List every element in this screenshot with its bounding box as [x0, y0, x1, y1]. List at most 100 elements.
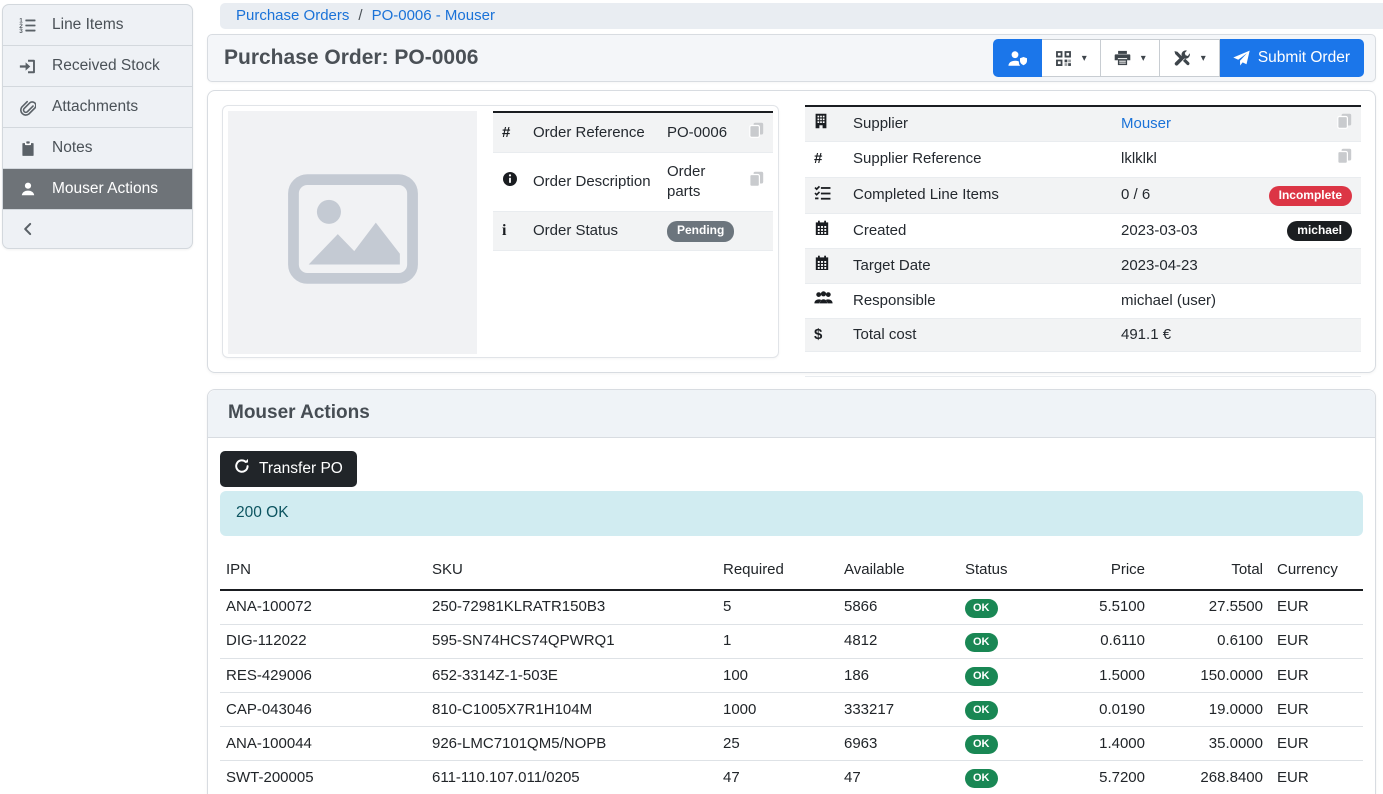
transfer-po-button[interactable]: Transfer PO [220, 451, 357, 487]
status-alert: 200 OK [220, 491, 1363, 536]
sidebar-item-label: Received Stock [52, 56, 160, 77]
sidebar-item-received-stock[interactable]: Received Stock [3, 46, 192, 87]
breadcrumb-link-po-0006-mouser[interactable]: PO-0006 - Mouser [372, 6, 495, 26]
sidebar-item-label: Line Items [52, 15, 124, 36]
column-header-total: Total [1153, 556, 1271, 590]
sidebar-item-attachments[interactable]: Attachments [3, 87, 192, 128]
submit-order-button[interactable]: Submit Order [1220, 39, 1364, 77]
detail-row-completed-line-items: Completed Line Items 0 / 6 Incomplete [805, 177, 1361, 213]
building-icon [814, 116, 828, 133]
detail-label: Total cost [849, 318, 1117, 351]
sidebar-collapse-button[interactable] [3, 210, 192, 248]
currency-cell: EUR [1271, 761, 1363, 794]
sidebar-list: 123 Line Items Received Stock Attachment… [2, 4, 193, 249]
ipn-cell: DIG-112022 [220, 624, 426, 658]
detail-row-total-cost: $ Total cost 491.1 € [805, 318, 1361, 351]
sidebar: 123 Line Items Received Stock Attachment… [0, 0, 195, 794]
copy-icon[interactable] [1337, 148, 1352, 164]
detail-label: Target Date [849, 249, 1117, 284]
transfer-po-label: Transfer PO [259, 460, 343, 478]
order-actions-button[interactable]: ▾ [1160, 39, 1220, 77]
price-cell: 0.6110 [1041, 624, 1153, 658]
ipn-cell: ANA-100072 [220, 590, 426, 625]
order-status-badge: Pending [667, 221, 734, 241]
sidebar-item-label: Notes [52, 138, 93, 159]
detail-label: Responsible [849, 284, 1117, 318]
ok-badge: OK [965, 735, 998, 754]
price-cell: 5.7200 [1041, 761, 1153, 794]
status-cell: OK [959, 761, 1041, 794]
tools-icon [1173, 50, 1191, 67]
available-cell: 5866 [838, 590, 959, 625]
currency-cell: EUR [1271, 727, 1363, 761]
ok-badge: OK [965, 633, 998, 652]
supplier-details-section: Supplier Mouser # Supplier Reference lkl… [805, 105, 1361, 358]
required-cell: 47 [717, 761, 838, 794]
sku-cell: 250-72981KLRATR150B3 [426, 590, 717, 625]
supplier-details-table: Supplier Mouser # Supplier Reference lkl… [805, 105, 1361, 377]
available-cell: 186 [838, 659, 959, 693]
sidebar-item-line-items[interactable]: 123 Line Items [3, 5, 192, 46]
list-ol-icon: 123 [18, 17, 37, 34]
incomplete-badge: Incomplete [1269, 186, 1352, 206]
detail-value: michael (user) [1121, 292, 1216, 309]
print-icon [1114, 50, 1131, 66]
calendar-icon [814, 258, 830, 275]
total-cell: 150.0000 [1153, 659, 1271, 693]
button-label: Submit Order [1258, 49, 1350, 67]
detail-label: Supplier Reference [849, 142, 1117, 177]
available-cell: 47 [838, 761, 959, 794]
redo-icon [234, 458, 250, 479]
page-title: Purchase Order: PO-0006 [224, 44, 478, 72]
sidebar-item-label: Mouser Actions [52, 179, 158, 200]
sidebar-item-label: Attachments [52, 97, 138, 118]
breadcrumb-link-purchase-orders[interactable]: Purchase Orders [236, 6, 349, 26]
users-icon [814, 292, 833, 309]
info-icon: i [502, 222, 506, 239]
image-placeholder-icon [277, 153, 429, 311]
order-image-placeholder [228, 111, 477, 354]
order-summary-card: # Order Reference PO-0006 Order Descript… [222, 105, 779, 358]
status-cell: OK [959, 590, 1041, 625]
currency-cell: EUR [1271, 659, 1363, 693]
detail-value: Order parts [667, 163, 705, 200]
sku-cell: 926-LMC7101QM5/NOPB [426, 727, 717, 761]
detail-row-responsible: Responsible michael (user) [805, 284, 1361, 318]
table-row: RES-429006 652-3314Z-1-503E 100 186 OK 1… [220, 659, 1363, 693]
calendar-icon [814, 223, 830, 240]
available-cell: 333217 [838, 693, 959, 727]
copy-icon[interactable] [1337, 113, 1352, 129]
table-row: SWT-200005 611-110.107.011/0205 47 47 OK… [220, 761, 1363, 794]
sidebar-item-mouser-actions[interactable]: Mouser Actions [3, 169, 192, 210]
user-shield-icon [1007, 50, 1028, 67]
hash-icon: # [814, 150, 822, 167]
info-circle-icon [502, 174, 518, 191]
supplier-link[interactable]: Mouser [1121, 115, 1171, 132]
available-cell: 6963 [838, 727, 959, 761]
total-cell: 35.0000 [1153, 727, 1271, 761]
status-cell: OK [959, 727, 1041, 761]
copy-icon[interactable] [749, 171, 764, 187]
hash-icon: # [502, 124, 510, 141]
barcode-menu-button[interactable]: ▾ [1042, 39, 1101, 77]
sku-cell: 810-C1005X7R1H104M [426, 693, 717, 727]
caret-down-icon: ▾ [1082, 53, 1087, 64]
total-cell: 27.5500 [1153, 590, 1271, 625]
sign-in-icon [18, 58, 37, 75]
column-header-currency: Currency [1271, 556, 1363, 590]
print-menu-button[interactable]: ▾ [1101, 39, 1160, 77]
ok-badge: OK [965, 769, 998, 788]
parts-table-header-row: IPNSKURequiredAvailableStatusPriceTotalC… [220, 556, 1363, 590]
price-cell: 5.5100 [1041, 590, 1153, 625]
currency-cell: EUR [1271, 590, 1363, 625]
main-content: Purchase Orders/PO-0006 - Mouser Purchas… [195, 0, 1383, 794]
admin-button[interactable] [993, 39, 1042, 77]
ok-badge: OK [965, 667, 998, 686]
sidebar-item-notes[interactable]: Notes [3, 128, 192, 169]
copy-icon[interactable] [749, 122, 764, 138]
ipn-cell: SWT-200005 [220, 761, 426, 794]
column-header-status: Status [959, 556, 1041, 590]
detail-row-target-date: Target Date 2023-04-23 [805, 249, 1361, 284]
ok-badge: OK [965, 599, 998, 618]
sku-cell: 595-SN74HCS74QPWRQ1 [426, 624, 717, 658]
